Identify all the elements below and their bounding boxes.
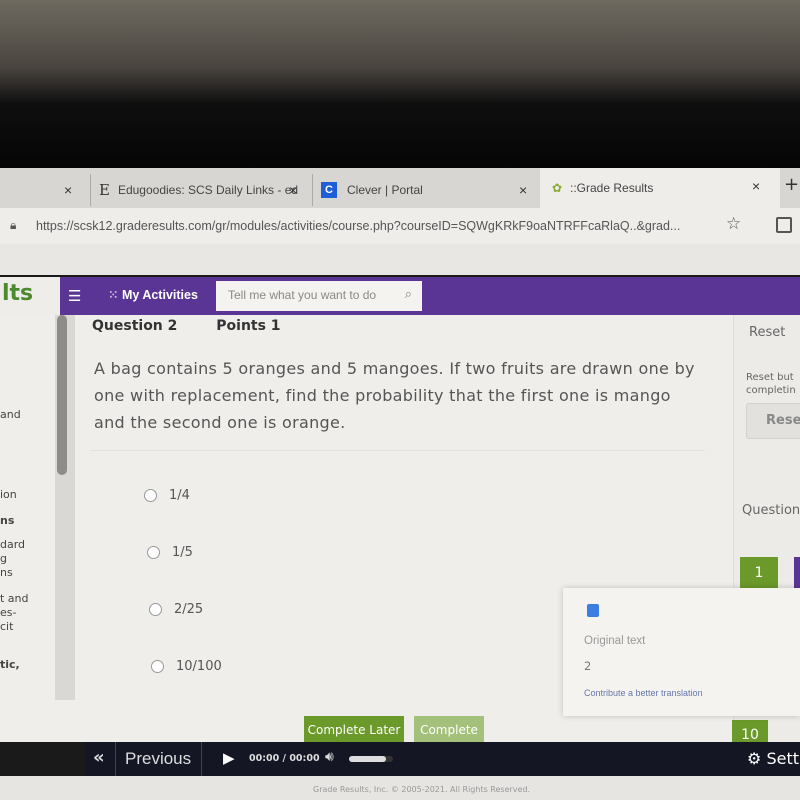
close-tab-icon[interactable]: ×: [752, 178, 760, 194]
sidebar-text[interactable]: tic,: [0, 658, 60, 672]
complete-later-label: Complete Later: [307, 723, 401, 737]
question-number: 10: [741, 727, 759, 743]
lock-icon: 🔒︎: [10, 218, 17, 232]
radio-button[interactable]: [151, 660, 164, 673]
complete-label: Complete: [420, 723, 478, 737]
complete-button[interactable]: Complete: [414, 716, 484, 744]
volume-slider[interactable]: [349, 756, 393, 762]
background-photo: [0, 0, 800, 168]
answer-option[interactable]: 1/4: [144, 488, 190, 503]
original-text-value: 2: [584, 659, 592, 673]
settings-button[interactable]: ⚙ Setti: [747, 749, 800, 768]
reset-button[interactable]: Reset: [746, 403, 800, 439]
logo[interactable]: lts: [0, 277, 60, 315]
favorite-star-icon[interactable]: ☆: [726, 214, 741, 234]
question-nav-2[interactable]: [794, 557, 800, 589]
complete-later-button[interactable]: Complete Later: [304, 716, 404, 744]
option-label: 1/4: [169, 488, 190, 503]
translate-popup: Original text 2 Contribute a better tran…: [563, 588, 800, 716]
search-input[interactable]: Tell me what you want to do ⌕: [216, 281, 422, 311]
question-points: Points 1: [216, 318, 281, 334]
answer-option[interactable]: 10/100: [151, 659, 222, 674]
option-label: 10/100: [176, 659, 222, 674]
option-label: 2/25: [174, 602, 204, 617]
search-placeholder: Tell me what you want to do: [228, 288, 377, 302]
reset-title: Reset: [749, 325, 786, 340]
sidebar-partial: and ion ns dard g ns t and es- cit tic,: [0, 400, 60, 672]
sidebar-text[interactable]: ns: [0, 566, 60, 580]
sidebar-text[interactable]: and: [0, 408, 60, 422]
original-text-label: Original text: [584, 635, 646, 647]
sidebar-text[interactable]: cit: [0, 620, 60, 634]
reset-description: completin: [746, 385, 796, 396]
sidebar-text[interactable]: es-: [0, 606, 60, 620]
tab-label: Edugoodies: SCS Daily Links - ed: [117, 183, 299, 197]
copyright: Grade Results, Inc. © 2005-2021. All Rig…: [0, 776, 800, 800]
tab-label: ::Grade Results: [570, 181, 654, 195]
my-activities-label: My Activities: [121, 288, 198, 302]
scrollbar-thumb[interactable]: [57, 315, 67, 475]
tab-label: Clever | Portal: [347, 183, 423, 197]
sidebar-text[interactable]: t and: [0, 592, 60, 606]
tab-clever[interactable]: C Clever | Portal ×: [312, 174, 540, 206]
questions-title: Questions: [742, 503, 800, 518]
gear-icon: ⚙: [747, 749, 762, 768]
radio-button[interactable]: [147, 546, 160, 559]
url-text[interactable]: https://scsk12.graderesults.com/gr/modul…: [36, 219, 680, 233]
question-text: A bag contains 5 oranges and 5 mangoes. …: [94, 359, 695, 432]
question-number: Question 2: [92, 318, 178, 334]
my-activities-link[interactable]: ⁙ My Activities: [108, 287, 198, 302]
sidebar-text[interactable]: dard: [0, 538, 60, 552]
play-icon[interactable]: ▶: [223, 749, 235, 767]
question-number: 1: [754, 565, 764, 581]
tab-grade-results[interactable]: ✿ ::Grade Results ×: [540, 168, 780, 208]
edugoodies-icon: E: [99, 181, 110, 199]
volume-level: [349, 756, 387, 762]
browser-tab-bar: × E Edugoodies: SCS Daily Links - ed × C…: [0, 168, 800, 208]
reset-description: Reset but: [746, 372, 794, 383]
close-tab-icon[interactable]: ×: [64, 182, 72, 198]
sidebar-text[interactable]: g: [0, 552, 60, 566]
search-icon[interactable]: ⌕: [405, 286, 412, 302]
sidebar-text[interactable]: ns: [0, 514, 60, 528]
pocket-icon[interactable]: [776, 217, 792, 233]
top-nav: ☰ ⁙ My Activities: [60, 277, 800, 315]
grid-icon: ⁙: [108, 288, 122, 302]
answer-option[interactable]: 1/5: [147, 545, 193, 560]
sidebar-text[interactable]: ion: [0, 488, 60, 502]
tab-edugoodies[interactable]: E Edugoodies: SCS Daily Links - ed ×: [90, 174, 310, 206]
double-chevron-left-icon[interactable]: «: [93, 747, 105, 768]
google-translate-icon: [587, 604, 599, 617]
address-bar[interactable]: 🔒︎ https://scsk12.graderesults.com/gr/mo…: [0, 208, 800, 244]
toolbar-spacer: [0, 244, 800, 275]
question-header: Question 2 Points 1: [92, 318, 281, 334]
divider: [90, 450, 705, 451]
volume-icon[interactable]: 🔊︎: [325, 749, 334, 765]
question-nav-1[interactable]: 1: [740, 557, 778, 589]
grade-results-icon: ✿: [552, 181, 563, 195]
clever-icon: C: [321, 182, 337, 198]
new-tab-icon[interactable]: +: [784, 174, 799, 195]
close-tab-icon[interactable]: ×: [519, 182, 527, 198]
radio-button[interactable]: [149, 603, 162, 616]
previous-button[interactable]: Previous: [125, 749, 191, 769]
reset-button-label: Reset: [766, 413, 800, 428]
bottom-toolbar: « Previous ▶ 00:00 / 00:00 🔊︎ ⚙ Setti: [85, 742, 800, 776]
settings-label: Setti: [766, 749, 800, 768]
answer-option[interactable]: 2/25: [149, 602, 203, 617]
audio-time: 00:00 / 00:00: [249, 753, 320, 764]
menu-icon[interactable]: ☰: [68, 287, 81, 305]
radio-button[interactable]: [144, 489, 157, 502]
close-tab-icon[interactable]: ×: [289, 182, 297, 198]
option-label: 1/5: [172, 545, 193, 560]
contribute-translation-link[interactable]: Contribute a better translation: [584, 688, 703, 698]
